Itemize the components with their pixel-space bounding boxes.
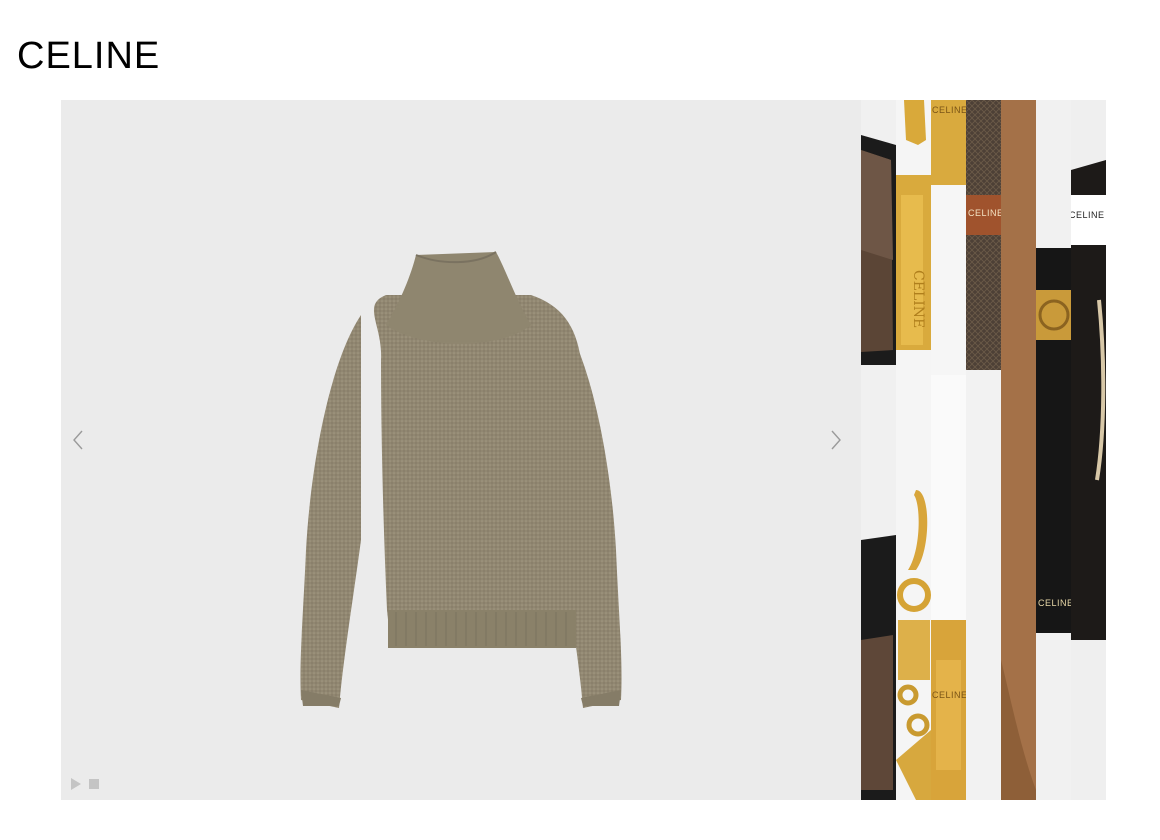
previous-slide-button[interactable] bbox=[63, 425, 93, 455]
slideshow-controls bbox=[71, 777, 99, 791]
svg-text:CELINE: CELINE bbox=[910, 270, 926, 328]
black-bag-logo-text: CELINE bbox=[1038, 598, 1071, 608]
chevron-left-icon bbox=[73, 430, 83, 450]
bag-logo-text: CELINE bbox=[968, 208, 1001, 218]
product-carousel: CELINE CELINE CELINE CELINE CELINE CELIN… bbox=[61, 100, 1106, 800]
thumbnail-sunglasses[interactable] bbox=[861, 100, 896, 800]
sunglasses-image bbox=[861, 100, 896, 800]
thumbnail-earrings[interactable]: CELINE bbox=[896, 100, 931, 800]
earring-engraving-text: CELINE bbox=[932, 105, 966, 115]
triomphe-canvas-bag-image bbox=[966, 100, 1001, 800]
earring-engraving-text-2: CELINE bbox=[932, 690, 966, 700]
thumbnail-shoulder-bag[interactable]: CELINE bbox=[1071, 100, 1106, 800]
gold-earrings-image: CELINE bbox=[896, 100, 931, 800]
black-shoulder-bag-image bbox=[1071, 100, 1106, 800]
turtleneck-sweater-image bbox=[300, 251, 622, 708]
thumbnail-black-bag[interactable]: CELINE bbox=[1036, 100, 1071, 800]
hero-slide[interactable] bbox=[61, 100, 861, 800]
chevron-right-icon bbox=[831, 430, 841, 450]
celine-logo[interactable]: CELINE bbox=[17, 34, 160, 78]
thumbnail-earrings-detail[interactable]: CELINE CELINE bbox=[931, 100, 966, 800]
thumbnail-triomphe-bag[interactable]: CELINE bbox=[966, 100, 1001, 800]
suede-boots-image bbox=[1001, 100, 1036, 800]
stop-icon[interactable] bbox=[89, 779, 99, 789]
shoulder-bag-logo-text: CELINE bbox=[1071, 210, 1105, 220]
black-leather-bag-image bbox=[1036, 100, 1071, 800]
next-slide-button[interactable] bbox=[821, 425, 851, 455]
play-icon[interactable] bbox=[71, 778, 81, 790]
thumbnail-suede-boots[interactable] bbox=[1001, 100, 1036, 800]
